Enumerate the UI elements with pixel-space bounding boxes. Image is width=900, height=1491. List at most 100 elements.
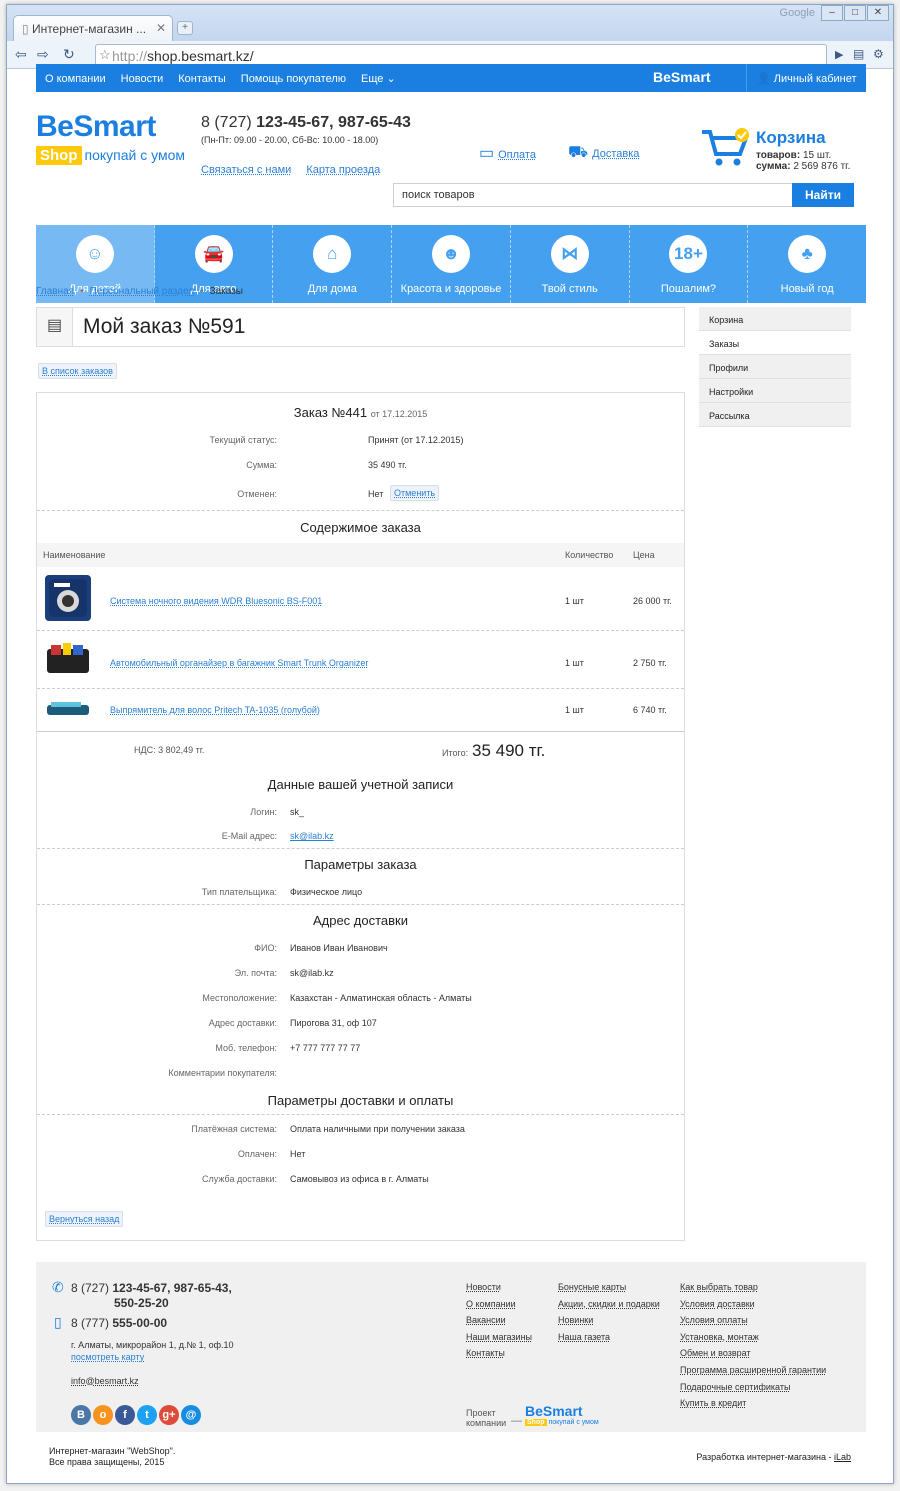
back-button[interactable]: Вернуться назад xyxy=(45,1211,124,1227)
product-image[interactable] xyxy=(45,575,91,621)
cancel-order-button[interactable]: Отменить xyxy=(390,485,440,501)
payment-link[interactable]: ▭ Оплата xyxy=(479,143,536,163)
footer-link[interactable]: Установка, монтаж xyxy=(680,1332,826,1349)
product-price: 2 750 тг. xyxy=(633,658,667,668)
ok-icon[interactable]: о xyxy=(93,1405,113,1425)
footer-link[interactable]: Купить в кредит xyxy=(680,1398,826,1415)
googleplus-icon[interactable]: g+ xyxy=(159,1405,179,1425)
footer-link[interactable]: Бонусные карты xyxy=(558,1282,660,1299)
product-image[interactable] xyxy=(45,637,91,681)
total-label: Итого: xyxy=(442,748,469,758)
personal-cabinet-link[interactable]: 👤 Личный кабинет xyxy=(746,64,866,92)
trunk-organizer-image xyxy=(47,643,89,673)
breadcrumb-home[interactable]: Главная xyxy=(36,286,74,297)
footer-link[interactable]: Условия оплаты xyxy=(680,1315,826,1332)
back-icon[interactable]: ⇦ xyxy=(15,46,27,63)
site-logo[interactable]: BeSmart Shop покупай с умом xyxy=(36,110,185,165)
cabinet-label: Личный кабинет xyxy=(773,73,857,85)
developer-link[interactable]: iLab xyxy=(834,1452,851,1462)
footer-link[interactable]: Наша газета xyxy=(558,1332,660,1349)
contact-us-link[interactable]: Связаться с нами xyxy=(201,164,291,176)
browser-tab[interactable]: ▯ Интернет-магазин ... ✕ xyxy=(13,15,173,41)
facebook-icon[interactable]: f xyxy=(115,1405,135,1425)
category-label: Пошалим? xyxy=(660,283,717,295)
topnav-link[interactable]: Новости xyxy=(121,65,164,85)
page-menu-icon[interactable]: ▤ xyxy=(853,47,864,61)
sidebar-item-subscription[interactable]: Рассылка xyxy=(699,403,851,427)
forward-icon[interactable]: ⇨ xyxy=(37,46,49,63)
footer-address: г. Алматы, микрорайон 1, д.№ 1, оф.10 xyxy=(71,1340,234,1350)
map-link[interactable]: Карта проезда xyxy=(306,164,380,176)
close-window-button[interactable]: ✕ xyxy=(867,5,889,21)
play-icon[interactable]: ▶ xyxy=(835,48,843,61)
footer-link[interactable]: Контакты xyxy=(466,1348,532,1365)
footer-link[interactable]: О компании xyxy=(466,1299,532,1316)
category-item[interactable]: ♣ Новый год xyxy=(748,225,866,303)
footer-link[interactable]: Вакансии xyxy=(466,1315,532,1332)
category-item[interactable]: ⌂ Для дома xyxy=(273,225,393,303)
topnav-link[interactable]: О компании xyxy=(45,65,106,85)
star-icon[interactable]: ☆ xyxy=(99,47,111,63)
footer-link[interactable]: Обмен и возврат xyxy=(680,1348,826,1365)
breadcrumb-personal[interactable]: Персональный раздел xyxy=(90,286,194,297)
cancelled-value: Нет xyxy=(368,489,384,499)
footer-map-link[interactable]: посмотреть карту xyxy=(71,1352,144,1362)
twitter-icon[interactable]: t xyxy=(137,1405,157,1425)
category-item[interactable]: 18+ Пошалим? xyxy=(630,225,749,303)
sidebar-item-cart[interactable]: Корзина xyxy=(699,307,851,331)
search-button[interactable]: Найти xyxy=(792,183,854,207)
new-tab-button[interactable]: + xyxy=(177,21,193,35)
address-label: Адрес доставки: xyxy=(208,1018,277,1028)
paysys-label: Платёжная система: xyxy=(191,1124,277,1134)
footer-link[interactable]: Акции, скидки и подарки xyxy=(558,1299,660,1316)
product-qty: 1 шт xyxy=(565,705,584,715)
mail-icon[interactable]: @ xyxy=(181,1405,201,1425)
footer-link[interactable]: Как выбрать товар xyxy=(680,1282,826,1299)
product-link[interactable]: Система ночного видения WDR Bluesonic BS… xyxy=(110,596,322,606)
vk-icon[interactable]: В xyxy=(71,1405,91,1425)
footer-link[interactable]: Новости xyxy=(466,1282,532,1299)
truck-icon: ⛟ xyxy=(568,144,589,161)
topnav-link-more[interactable]: Еще ⌄ xyxy=(361,64,396,85)
address-bar[interactable]: ☆ http://shop.besmart.kz/ xyxy=(95,44,827,66)
footer-logo-slogan: покупай с умом xyxy=(548,1419,599,1426)
sidebar-item-settings[interactable]: Настройки xyxy=(699,379,851,403)
email-link[interactable]: sk@ilab.kz xyxy=(290,831,334,841)
footer-email-link[interactable]: info@besmart.kz xyxy=(71,1376,139,1386)
footer-link[interactable]: Наши магазины xyxy=(466,1332,532,1349)
mail-value: sk@ilab.kz xyxy=(290,968,334,978)
project-label-2: компании xyxy=(466,1418,507,1428)
topnav-brand[interactable]: BeSmart xyxy=(653,69,711,85)
back-to-list-button[interactable]: В список заказов xyxy=(38,363,117,379)
maximize-button[interactable]: □ xyxy=(844,5,866,21)
footer-link[interactable]: Программа расширенной гарантии xyxy=(680,1365,826,1382)
phone1b-number: 550-25-20 xyxy=(114,1296,169,1310)
sidebar-item-orders[interactable]: Заказы xyxy=(699,331,851,355)
footer-link[interactable]: Условия доставки xyxy=(680,1299,826,1316)
wrench-icon[interactable]: ⚙ xyxy=(873,47,884,61)
working-hours: (Пн-Пт: 09.00 - 20.00, Сб-Вс: 10.00 - 18… xyxy=(201,135,379,145)
product-image[interactable] xyxy=(45,695,91,725)
google-label: Google xyxy=(779,7,815,19)
reload-icon[interactable]: ↻ xyxy=(63,46,75,63)
delivery-link[interactable]: ⛟ Доставка xyxy=(568,143,639,163)
category-item[interactable]: ⋈ Твой стиль xyxy=(511,225,630,303)
product-link[interactable]: Выпрямитель для волос Pritech TA-1035 (г… xyxy=(110,705,320,715)
topnav-link[interactable]: Помощь покупателю xyxy=(241,65,346,85)
footer-col-2: Бонусные карты Акции, скидки и подарки Нов… xyxy=(558,1282,660,1348)
cart-widget[interactable]: Корзина товаров: 15 шт. сумма: 2 569 876… xyxy=(700,128,850,172)
footer-link[interactable]: Подарочные сертификаты xyxy=(680,1382,826,1399)
sidebar-item-profiles[interactable]: Профили xyxy=(699,355,851,379)
footer-logo[interactable]: BeSmart Shop покупай с умом xyxy=(525,1403,599,1426)
footer-link[interactable]: Новинки xyxy=(558,1315,660,1332)
close-tab-icon[interactable]: ✕ xyxy=(156,21,166,35)
category-item[interactable]: ☻ Красота и здоровье xyxy=(392,225,511,303)
search-input[interactable]: поиск товаров xyxy=(393,183,793,207)
minimize-button[interactable]: – xyxy=(821,5,843,21)
breadcrumb-current: Заказы xyxy=(209,286,243,297)
product-price: 6 740 тг. xyxy=(633,705,667,715)
phone1-prefix: 8 (727) xyxy=(71,1281,110,1295)
category-label: Твой стиль xyxy=(541,283,598,295)
product-link[interactable]: Автомобильный органайзер в багажник Smar… xyxy=(110,658,368,668)
topnav-link[interactable]: Контакты xyxy=(178,65,226,85)
